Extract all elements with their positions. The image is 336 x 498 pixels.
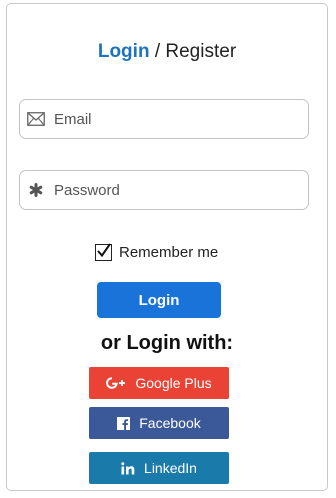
asterisk-icon xyxy=(20,183,52,197)
envelope-icon xyxy=(20,112,52,126)
linkedin-label: LinkedIn xyxy=(144,460,197,476)
tab-register[interactable]: Register xyxy=(165,41,236,62)
linkedin-icon xyxy=(121,461,135,475)
facebook-button[interactable]: Facebook xyxy=(89,407,229,439)
facebook-icon xyxy=(117,416,131,430)
login-card: Login / Register Email Remember me Login… xyxy=(6,3,328,491)
checkmark-icon xyxy=(97,242,111,257)
google-plus-button[interactable]: Google Plus xyxy=(89,367,229,399)
password-field[interactable] xyxy=(19,170,309,210)
password-input[interactable] xyxy=(52,181,294,199)
facebook-label: Facebook xyxy=(139,415,201,431)
google-plus-icon xyxy=(106,377,126,389)
auth-tabs: Login / Register xyxy=(7,40,327,64)
google-plus-label: Google Plus xyxy=(135,375,212,391)
remember-me: Remember me xyxy=(95,241,218,263)
linkedin-button[interactable]: LinkedIn xyxy=(89,452,229,484)
email-field[interactable] xyxy=(19,99,309,139)
login-button[interactable]: Login xyxy=(97,282,221,318)
remember-me-checkbox[interactable] xyxy=(95,242,112,261)
remember-me-label: Remember me xyxy=(119,243,219,261)
or-login-with-heading: or Login with: xyxy=(100,332,234,354)
email-input[interactable] xyxy=(52,110,294,128)
tab-login[interactable]: Login xyxy=(98,41,150,62)
tab-separator: / xyxy=(149,41,166,62)
